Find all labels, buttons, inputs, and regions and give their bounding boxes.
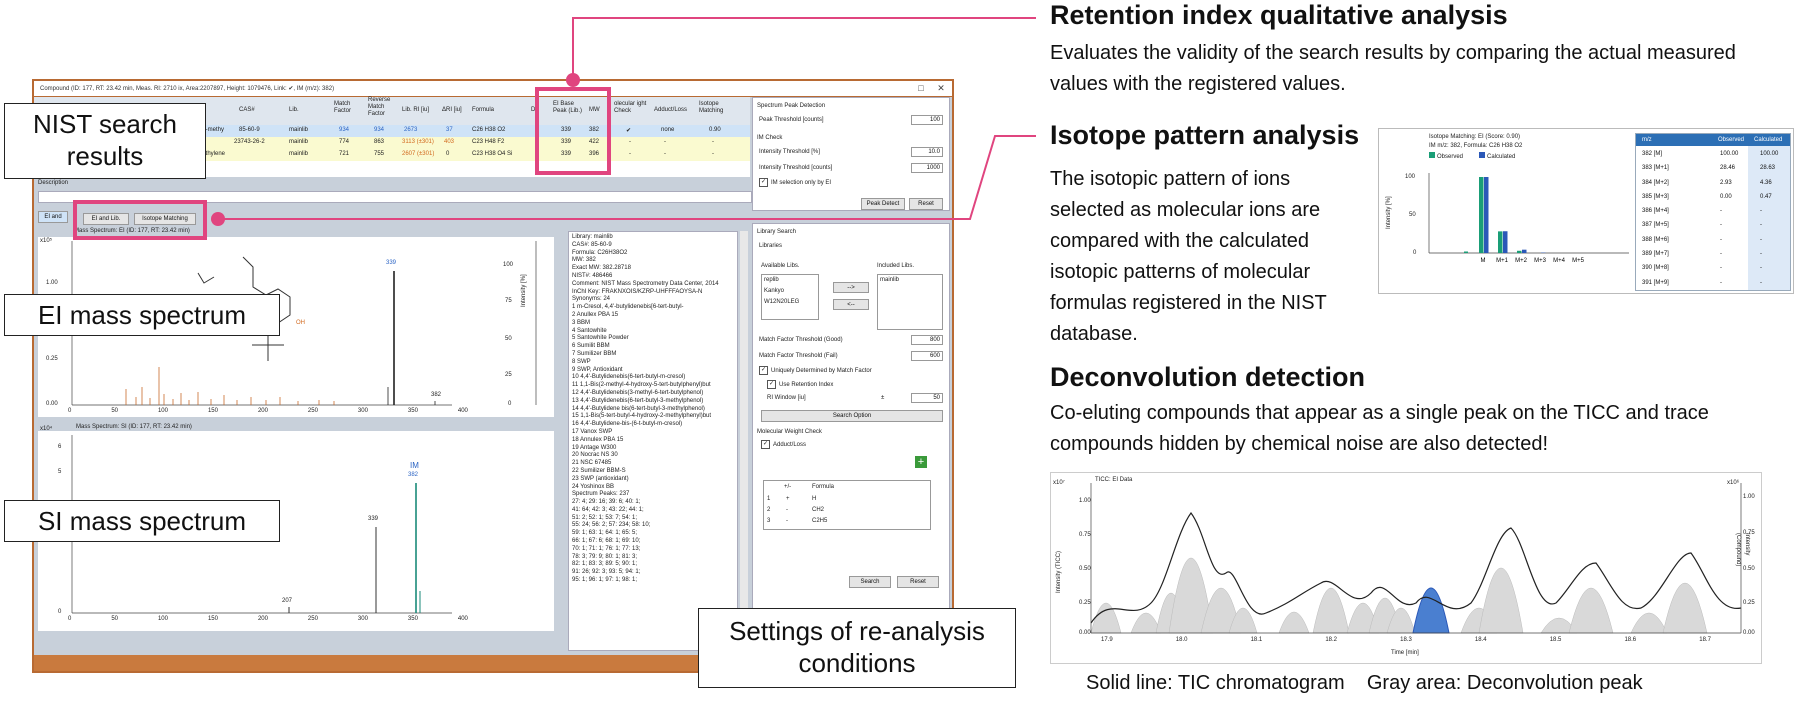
- row-calculated: 0.47: [1760, 193, 1772, 200]
- row-mz: 384 [M+2]: [1642, 179, 1669, 186]
- row-observed: -: [1720, 208, 1722, 215]
- bar-observed-m+1: [1498, 231, 1503, 253]
- ticc-ytick: 0.75: [1079, 532, 1091, 538]
- isotope-table-row: 389 [M+7] - -: [1636, 247, 1790, 261]
- isotope-xtick: M+1: [1496, 258, 1509, 264]
- row-mz: 388 [M+6]: [1642, 236, 1669, 243]
- isotope-xtick: M+3: [1534, 258, 1547, 264]
- row-observed: -: [1720, 279, 1722, 286]
- isotope-table-body: 382 [M] 100.00 100.00 383 [M+1] 28.46 28.63 38…: [1636, 147, 1790, 290]
- ri-heading: Retention index qualitative analysis: [1050, 0, 1508, 30]
- row-calculated: -: [1760, 251, 1762, 258]
- col-header-observed: Observed: [1718, 137, 1745, 143]
- ticc-xticks: 17.9 18.0 18.1 18.2 18.3 18.4 18.5 18.6 18.7: [1101, 637, 1711, 643]
- row-mz: 391 [M+9]: [1642, 279, 1669, 286]
- col-header-mz: m/z: [1642, 137, 1652, 143]
- row-mz: 383 [M+1]: [1642, 165, 1669, 172]
- isotope-table: m/z Observed Calculated 382 [M] 100.00 100…: [1635, 133, 1791, 291]
- row-observed: -: [1720, 222, 1722, 229]
- ticc-ytick: 0.25: [1079, 600, 1091, 606]
- isotope-table-row: 382 [M] 100.00 100.00: [1636, 147, 1790, 161]
- label-si-spectrum: SI mass spectrum: [4, 500, 280, 542]
- isotope-xtick: M+5: [1572, 258, 1585, 264]
- deconv-text: Co-eluting compounds that appear as a si…: [1050, 402, 1709, 455]
- ticc-ytick: 0.50: [1079, 566, 1091, 572]
- bar-calculated-m+2: [1522, 249, 1527, 253]
- deconvolution-peaks: [1090, 558, 1708, 634]
- row-mz: 390 [M+8]: [1642, 265, 1669, 272]
- isotope-table-row: 384 [M+2] 2.93 4.36: [1636, 176, 1790, 190]
- label-settings: Settings of re-analysis conditions: [698, 608, 1016, 688]
- isotope-table-row: 383 [M+1] 28.46 28.63: [1636, 161, 1790, 175]
- row-observed: 0.00: [1720, 193, 1732, 200]
- bar-calculated-m+1: [1503, 231, 1508, 253]
- bar-observed-m+2: [1517, 250, 1522, 253]
- row-observed: -: [1720, 236, 1722, 243]
- label-ei-spectrum: EI mass spectrum: [4, 294, 280, 336]
- isotope-table-row: 386 [M+4] - -: [1636, 204, 1790, 218]
- row-mz: 389 [M+7]: [1642, 251, 1669, 258]
- ticc-rtick: 0.75: [1743, 530, 1755, 536]
- row-calculated: -: [1760, 236, 1762, 243]
- ticc-xlabel: Time [min]: [1391, 650, 1419, 656]
- row-calculated: 4.36: [1760, 179, 1772, 186]
- row-observed: 28.46: [1720, 165, 1736, 172]
- isotope-table-row: 390 [M+8] - -: [1636, 261, 1790, 275]
- label-nist-search: NIST search results: [4, 103, 206, 179]
- isotope-bar-chart: M M+1 M+2 M+3 M+4 M+5: [1428, 173, 1629, 264]
- isotope-table-row: 385 [M+3] 0.00 0.47: [1636, 190, 1790, 204]
- ticc-ytick: 0.00: [1079, 630, 1091, 636]
- ticc-rtick: 0.25: [1743, 600, 1755, 606]
- isotope-panel: Isotope Matching: EI (Score: 0.90) IM m/…: [1378, 128, 1794, 294]
- ticc-rtick: 0.50: [1743, 566, 1755, 572]
- isotope-heading: Isotope pattern analysis: [1050, 120, 1360, 150]
- row-calculated: -: [1760, 208, 1762, 215]
- ri-text: Evaluates the validity of the search res…: [1050, 42, 1736, 95]
- deconv-caption: Solid line: TIC chromatogram Gray area: …: [1086, 672, 1643, 694]
- row-mz: 386 [M+4]: [1642, 208, 1669, 215]
- bar-observed-noise: [1464, 251, 1468, 253]
- isotope-xtick: M+4: [1553, 258, 1566, 264]
- row-observed: 2.93: [1720, 179, 1732, 186]
- isotope-text: The isotopic pattern of ions selected as…: [1050, 168, 1327, 345]
- deconv-heading: Deconvolution detection: [1050, 362, 1366, 392]
- ticc-rtick: 1.00: [1743, 494, 1755, 500]
- deconvolution-panel: TICC: EI Data x10⁷ x10⁶ Intensity (TICC)…: [1050, 472, 1762, 664]
- col-header-calculated: Calculated: [1754, 137, 1783, 143]
- row-observed: -: [1720, 251, 1722, 258]
- row-mz: 385 [M+3]: [1642, 193, 1669, 200]
- row-observed: -: [1720, 265, 1722, 272]
- ticc-ytick: 1.00: [1079, 498, 1091, 504]
- row-observed: 100.00: [1720, 151, 1739, 157]
- isotope-table-row: 387 [M+5] - -: [1636, 218, 1790, 232]
- row-calculated: 28.63: [1760, 165, 1776, 172]
- row-calculated: -: [1760, 265, 1762, 272]
- bar-observed-m: [1479, 177, 1484, 253]
- row-calculated: -: [1760, 279, 1762, 286]
- isotope-table-row: 388 [M+6] - -: [1636, 233, 1790, 247]
- ri-highlight-box: [535, 87, 611, 175]
- highlighted-peak: [1412, 587, 1450, 634]
- isotope-table-row: 391 [M+9] - -: [1636, 276, 1790, 290]
- isotope-xtick: M: [1481, 258, 1486, 264]
- isotope-highlight-box: [73, 200, 207, 240]
- ticc-rtick: 0.00: [1743, 630, 1755, 636]
- isotope-xtick: M+2: [1515, 258, 1528, 264]
- bar-calculated-m: [1484, 177, 1489, 253]
- row-calculated: 100.00: [1760, 151, 1779, 157]
- row-mz: 382 [M]: [1642, 151, 1663, 157]
- row-calculated: -: [1760, 222, 1762, 229]
- row-mz: 387 [M+5]: [1642, 222, 1669, 229]
